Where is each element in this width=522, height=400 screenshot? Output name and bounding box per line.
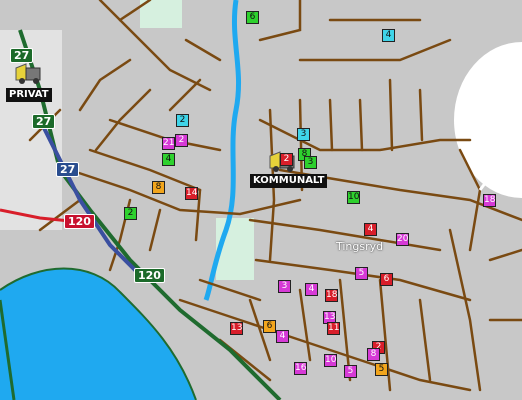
map-marker[interactable]: 21 — [162, 137, 175, 150]
road-shield-27: 27 — [32, 114, 56, 129]
map-marker[interactable]: 10 — [347, 191, 360, 204]
lake — [0, 268, 196, 400]
vehicle-label: PRIVAT — [6, 88, 52, 102]
map-marker[interactable]: 2 — [124, 207, 137, 220]
map-marker[interactable]: 4 — [305, 283, 318, 296]
map-marker[interactable]: 13 — [230, 322, 243, 335]
map-marker[interactable]: 14 — [185, 187, 198, 200]
map-marker[interactable]: 8 — [367, 348, 380, 361]
map-marker[interactable]: 11 — [327, 322, 340, 335]
map-marker[interactable]: 3 — [278, 280, 291, 293]
vehicle-label: KOMMUNALT — [250, 174, 328, 188]
road-shield-27: 27 — [10, 48, 34, 63]
map-marker[interactable]: 4 — [382, 29, 395, 42]
road-shield-120: 120 — [64, 214, 95, 229]
map-marker[interactable]: 18 — [325, 289, 338, 302]
map-marker[interactable]: 4 — [162, 153, 175, 166]
map-marker[interactable]: 4 — [276, 330, 289, 343]
park-area — [140, 0, 182, 28]
map-marker[interactable]: 5 — [355, 267, 368, 280]
map-marker[interactable]: 6 — [380, 273, 393, 286]
town-label: Tingsryd — [336, 240, 384, 253]
map-marker[interactable]: 8 — [152, 181, 165, 194]
map-marker[interactable]: 10 — [324, 354, 337, 367]
road-shield-120: 120 — [134, 268, 165, 283]
map-canvas[interactable] — [0, 0, 522, 400]
truck-icon — [15, 63, 41, 84]
map-marker[interactable]: 6 — [263, 320, 276, 333]
map-marker[interactable]: 2 — [280, 153, 293, 166]
map-marker[interactable]: 2 — [175, 134, 188, 147]
map-marker[interactable]: 6 — [246, 11, 259, 24]
map-marker[interactable]: 5 — [344, 365, 357, 378]
map-marker[interactable]: 20 — [396, 233, 409, 246]
road-shield-27: 27 — [56, 162, 80, 177]
map-marker[interactable]: 2 — [176, 114, 189, 127]
map-marker[interactable]: 18 — [483, 194, 496, 207]
map-marker[interactable]: 4 — [364, 223, 377, 236]
vehicle-privat[interactable] — [12, 62, 46, 88]
map-marker[interactable]: 3 — [297, 128, 310, 141]
map-marker[interactable]: 3 — [304, 156, 317, 169]
field-area — [454, 42, 522, 198]
map-marker[interactable]: 16 — [294, 362, 307, 375]
map-marker[interactable]: 5 — [375, 363, 388, 376]
